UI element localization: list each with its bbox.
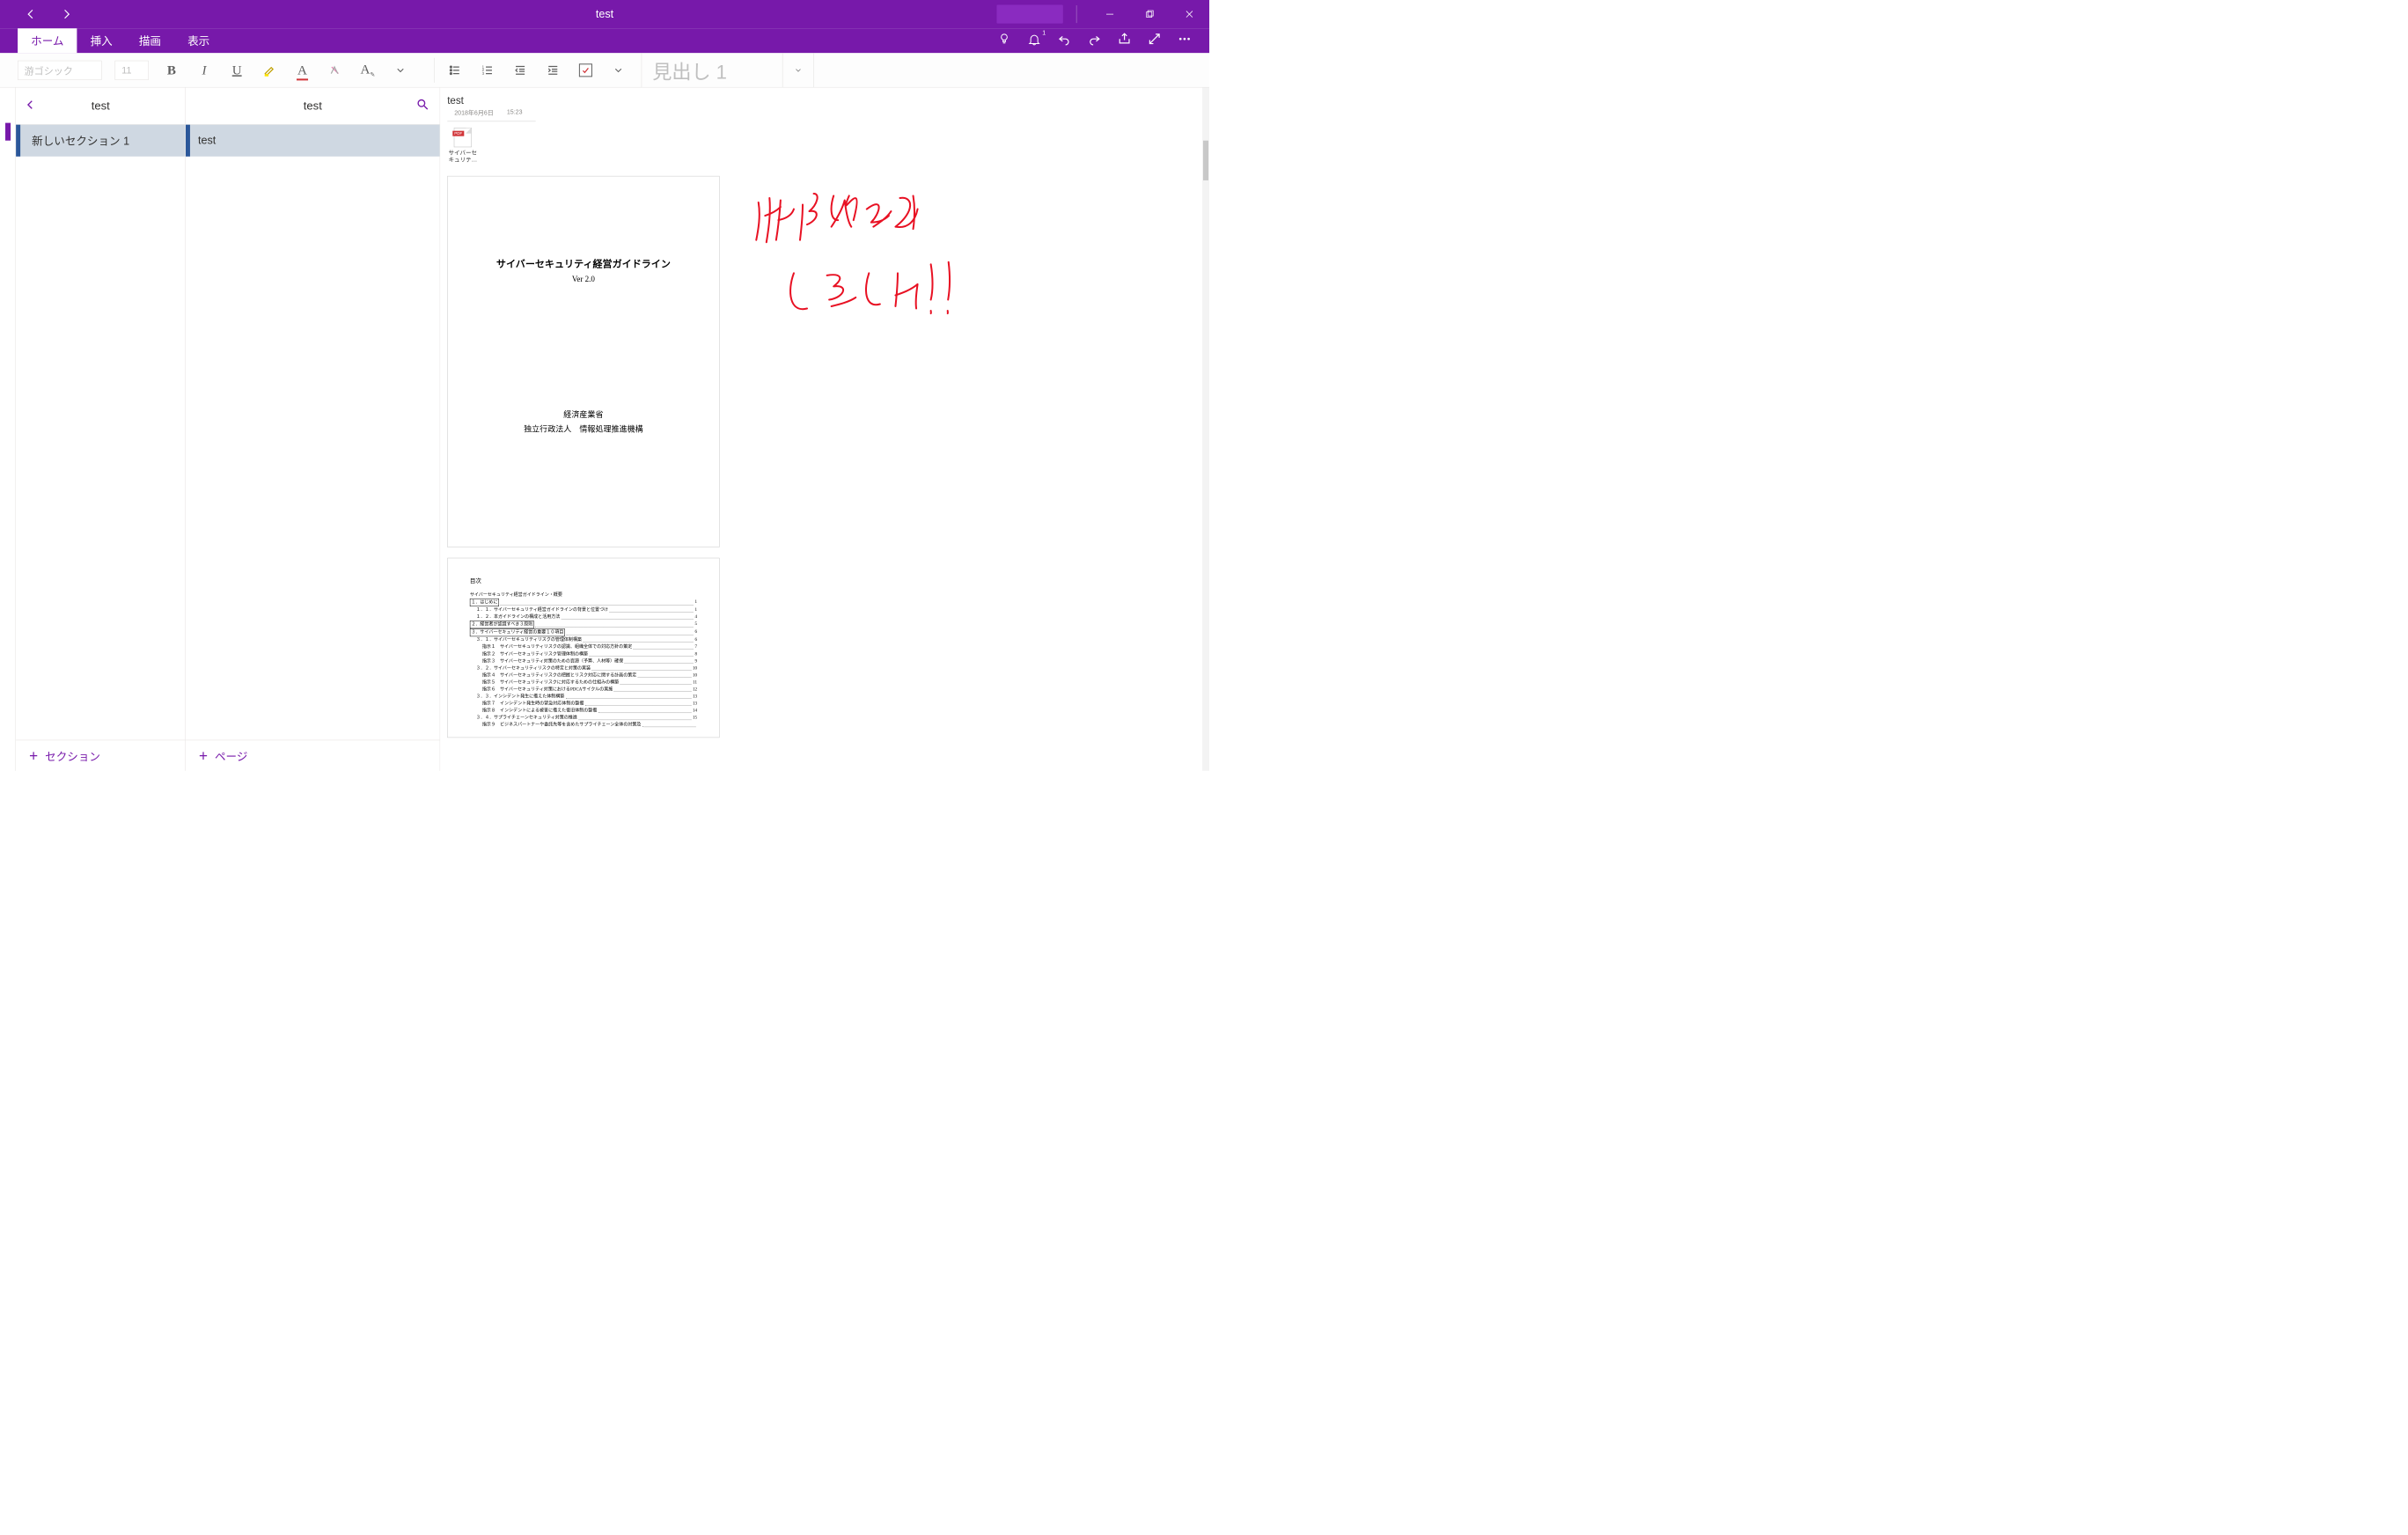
ribbon-tabs: ホーム挿入描画表示 1 xyxy=(0,28,1209,53)
toc-line: 指示５ サイバーセキュリティリスクに対応するための仕組みの構築11 xyxy=(470,679,697,686)
toc-line: １．２．本ガイドラインの構成と活用方法4 xyxy=(470,613,697,621)
bold-button[interactable]: B xyxy=(162,61,181,80)
nav-forward-button[interactable] xyxy=(57,5,75,23)
bullet-list-button[interactable] xyxy=(445,61,465,80)
font-size-select[interactable]: 11 xyxy=(115,61,149,80)
font-name-select[interactable]: 游ゴシック xyxy=(18,61,101,80)
tab-描画[interactable]: 描画 xyxy=(126,28,174,53)
pdf-file-icon: PDF xyxy=(454,128,472,147)
window-maximize-button[interactable] xyxy=(1130,0,1170,28)
title-bar: test xyxy=(0,0,1209,28)
notebooks-strip[interactable] xyxy=(0,87,16,770)
attachment-label: サイバーセ キュリテ… xyxy=(448,149,477,163)
window-title: test xyxy=(596,8,613,21)
scrollbar-thumb[interactable] xyxy=(1203,141,1208,180)
toc-line: 指示７ インシデント発生時の緊急対応体制の整備13 xyxy=(470,700,697,707)
ink-annotation xyxy=(745,185,1019,344)
svg-text:3: 3 xyxy=(482,71,485,76)
pdf-printout: サイバーセキュリティ経営ガイドライン Ver 2.0 経済産業省 独立行政法人 … xyxy=(447,176,719,748)
numbered-list-button[interactable]: 123 xyxy=(478,61,497,80)
note-canvas[interactable]: 2018年6月6日 15:23 PDF サイバーセ キュリテ… サイバーセキュリ… xyxy=(440,87,1209,770)
toc-line: ３．サイバーセキュリティ経営の重要１０項目6 xyxy=(470,628,697,636)
toc-line: ３．１．サイバーセキュリティリスクの管理体制構築6 xyxy=(470,636,697,643)
pdf-page-2: 目次 サイバーセキュリティ経営ガイドライン・概要 １．はじめに1１．１．サイバー… xyxy=(447,558,719,738)
fullscreen-button[interactable] xyxy=(1148,32,1162,49)
toc-line: 指示３ サイバーセキュリティ対策のための資源（予算、人材等）確保9 xyxy=(470,657,697,665)
underline-button[interactable]: U xyxy=(227,61,246,80)
toc-heading: 目次 xyxy=(470,576,697,584)
toc-line: ３．３．インシデント発生に備えた体制構築13 xyxy=(470,693,697,700)
page-date: 2018年6月6日 xyxy=(454,108,494,117)
doc-version: Ver 2.0 xyxy=(474,275,693,284)
doc-org-1: 経済産業省 xyxy=(474,408,693,422)
redo-button[interactable] xyxy=(1087,32,1101,49)
add-section-button[interactable]: + セクション xyxy=(16,740,185,771)
toc-line: 指示６ サイバーセキュリティ対策におけるPDCAサイクルの実施12 xyxy=(470,686,697,693)
font-color-button[interactable]: A xyxy=(292,61,312,80)
page-item[interactable]: test xyxy=(186,125,440,157)
tab-表示[interactable]: 表示 xyxy=(174,28,223,53)
tell-me-icon[interactable] xyxy=(997,32,1011,49)
format-painter-button[interactable]: A✎ xyxy=(358,61,378,80)
undo-button[interactable] xyxy=(1057,32,1071,49)
outdent-button[interactable] xyxy=(510,61,530,80)
notebook-indicator xyxy=(5,123,11,141)
toc-line: １．１．サイバーセキュリティ経営ガイドラインの背景と位置づけ1 xyxy=(470,606,697,613)
vertical-scrollbar[interactable] xyxy=(1202,87,1209,770)
toc-line: 指示９ ビジネスパートナーや委託先等を含めたサプライチェーン全体の対策及 xyxy=(470,722,697,729)
page-title-input[interactable] xyxy=(447,94,1202,106)
clear-formatting-button[interactable] xyxy=(326,61,345,80)
pages-pane: test test + ページ xyxy=(186,87,440,770)
toc-subtitle: サイバーセキュリティ経営ガイドライン・概要 xyxy=(470,591,697,598)
tab-挿入[interactable]: 挿入 xyxy=(77,28,126,53)
toc-line: １．はじめに1 xyxy=(470,599,697,606)
title-divider xyxy=(1076,5,1077,23)
sections-pane: test 新しいセクション 1 + セクション xyxy=(16,87,186,770)
notification-count: 1 xyxy=(1042,29,1046,36)
section-item[interactable]: 新しいセクション 1 xyxy=(16,125,185,157)
styles-gallery[interactable]: 見出し 1 xyxy=(642,53,783,87)
sections-header-title: test xyxy=(92,99,110,113)
italic-button[interactable]: I xyxy=(195,61,214,80)
toc-line: ３．４．サプライチェーンセキュリティ対策の推進15 xyxy=(470,715,697,722)
toc-line: 指示４ サイバーセキュリティリスクの把握とリスク対応に関する計画の策定10 xyxy=(470,672,697,679)
more-button[interactable] xyxy=(1178,32,1192,49)
doc-title: サイバーセキュリティ経営ガイドライン xyxy=(474,256,693,270)
window-minimize-button[interactable] xyxy=(1090,0,1129,28)
pdf-page-1: サイバーセキュリティ経営ガイドライン Ver 2.0 経済産業省 独立行政法人 … xyxy=(447,176,719,547)
pdf-attachment[interactable]: PDF サイバーセ キュリテ… xyxy=(447,128,478,163)
indent-button[interactable] xyxy=(543,61,562,80)
user-account-badge[interactable] xyxy=(996,5,1062,24)
paragraph-more-dropdown[interactable] xyxy=(609,61,628,80)
todo-checkbox-button[interactable] xyxy=(576,61,595,80)
sections-back-button[interactable] xyxy=(25,97,36,114)
add-page-label: ページ xyxy=(215,747,247,763)
window-close-button[interactable] xyxy=(1170,0,1209,28)
toc-line: ２．経営者が認識すべき３原則5 xyxy=(470,621,697,628)
toc-line: ３．２．サイバーセキュリティリスクの特定と対策の実装10 xyxy=(470,665,697,672)
doc-org-2: 独立行政法人 情報処理推進機構 xyxy=(474,422,693,436)
notifications-icon[interactable]: 1 xyxy=(1027,32,1041,49)
pages-header-title: test xyxy=(304,99,322,113)
font-more-dropdown[interactable] xyxy=(391,61,410,80)
styles-dropdown[interactable] xyxy=(782,53,813,87)
toc-line: 指示２ サイバーセキュリティリスク管理体制の構築8 xyxy=(470,650,697,657)
tab-ホーム[interactable]: ホーム xyxy=(18,28,77,53)
add-page-button[interactable]: + ページ xyxy=(186,740,440,771)
page-time: 15:23 xyxy=(507,108,523,117)
share-button[interactable] xyxy=(1118,32,1132,49)
highlight-button[interactable] xyxy=(260,61,279,80)
toc-line: 指示１ サイバーセキュリティリスクの認識、組織全体での対応方針の策定7 xyxy=(470,643,697,650)
toc-line: 指示８ インシデントによる被害に備えた復旧体制の整備14 xyxy=(470,708,697,715)
add-section-label: セクション xyxy=(45,747,100,763)
ribbon-toolbar: 游ゴシック 11 B I U A A✎ xyxy=(0,53,1209,87)
search-button[interactable] xyxy=(416,98,429,114)
nav-back-button[interactable] xyxy=(22,5,40,23)
